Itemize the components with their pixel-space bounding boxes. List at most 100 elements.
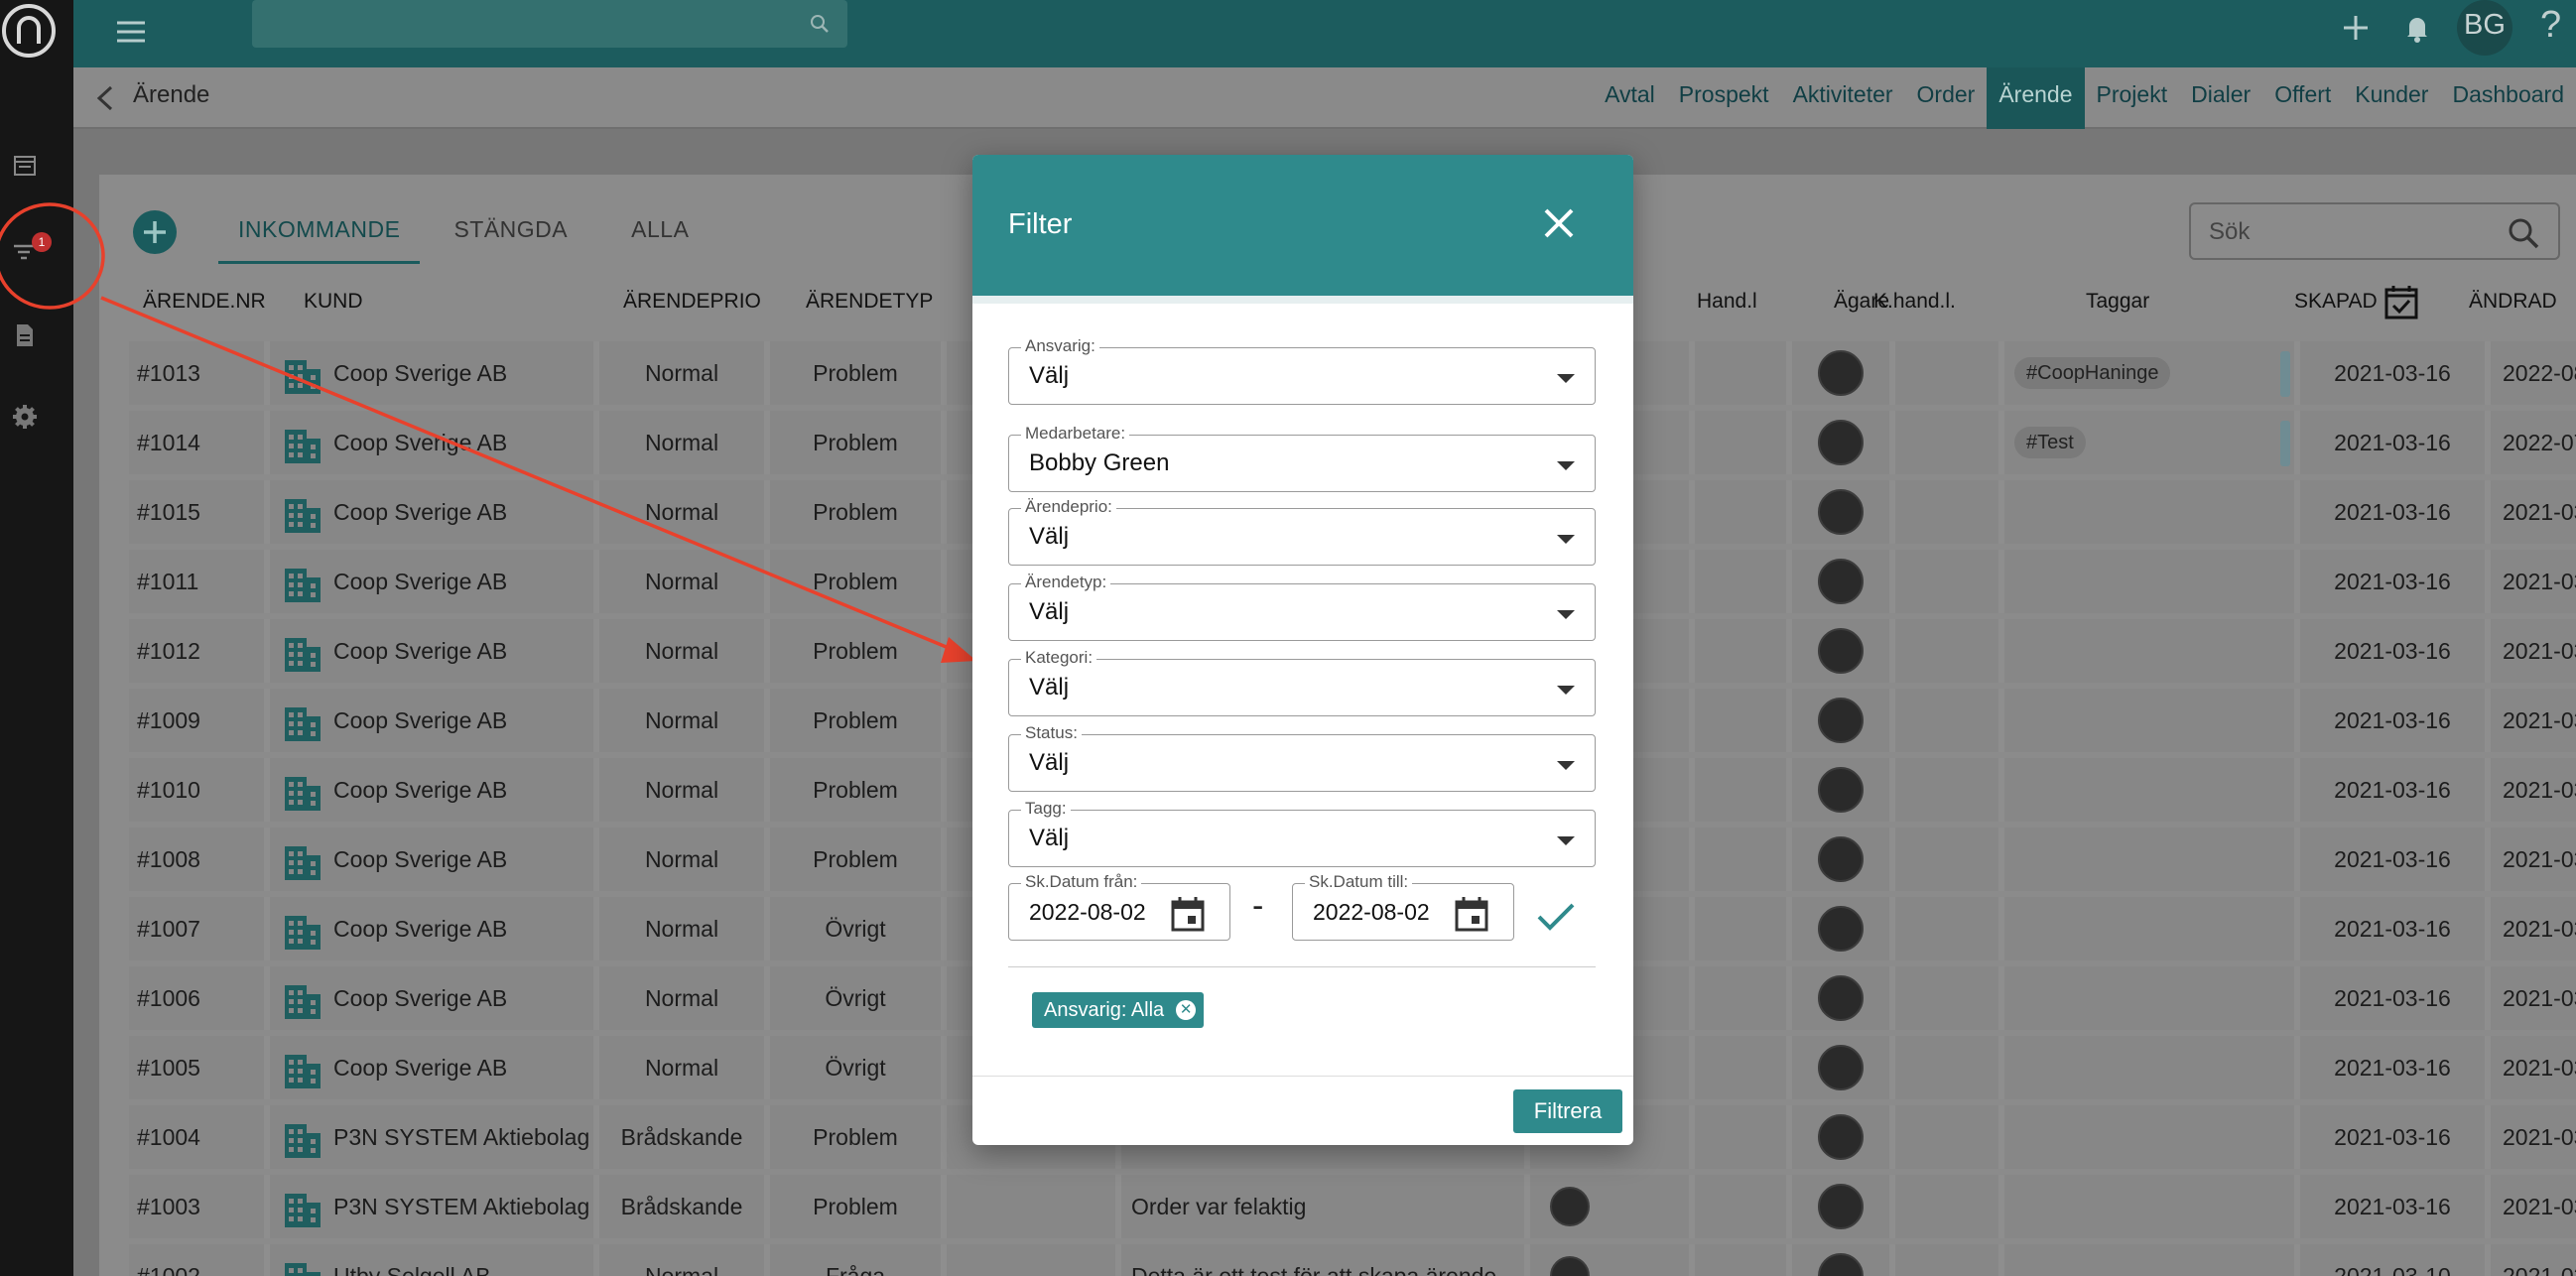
calendar-icon[interactable] (11, 151, 39, 179)
date-from-value[interactable]: 2022-08-02 (1029, 899, 1154, 926)
nav-tab-0[interactable]: Avtal (1593, 67, 1667, 129)
date-to-value[interactable]: 2022-08-02 (1313, 899, 1438, 926)
cell-skapad: 2021-03-10 (2300, 1244, 2485, 1276)
add-icon[interactable] (2336, 8, 2376, 48)
building-icon (284, 706, 322, 742)
building-icon (284, 1123, 322, 1159)
cell-andrad: 2021-03- (2491, 1175, 2576, 1238)
user-avatar[interactable]: BG (2457, 0, 2512, 56)
date-from-field[interactable]: Sk.Datum från: 2022-08-02 (1008, 872, 1230, 941)
apply-date-check-icon[interactable] (1534, 897, 1578, 937)
cell-taggar (2004, 689, 2294, 752)
search-icon[interactable] (2505, 214, 2542, 252)
table-row[interactable]: #1002 Utby Selgell AB Normal Fråga Detta är … (129, 1244, 2576, 1276)
global-search-input[interactable] (252, 0, 847, 48)
tab-alla[interactable]: ALLA (631, 216, 689, 264)
add-case-button[interactable] (133, 210, 177, 254)
calendar-check-icon[interactable] (2382, 282, 2421, 321)
col-header-andrad[interactable]: ÄNDRAD (2469, 290, 2557, 314)
filter-select-label: Ärendeprio: (1021, 497, 1116, 517)
filter-select-0[interactable]: Ansvarig: Välj (1008, 336, 1596, 405)
nav-tab-2[interactable]: Aktiviteter (1781, 67, 1905, 129)
col-header-nr[interactable]: ÄRENDE.NR (143, 290, 266, 314)
breadcrumb: Ärende (133, 81, 210, 108)
tab-inkommande[interactable]: INKOMMANDE (218, 216, 421, 264)
cell-nr: #1011 (129, 550, 264, 613)
cell-typ: Övrigt (770, 897, 941, 960)
cell-taggar (2004, 828, 2294, 891)
help-icon[interactable]: ? (2540, 4, 2561, 47)
cell-handl (1695, 897, 1786, 960)
cell-skapad: 2021-03-16 (2300, 828, 2485, 891)
filter-select-2[interactable]: Ärendeprio: Välj (1008, 497, 1596, 566)
col-header-typ[interactable]: ÄRENDETYP (806, 290, 933, 314)
calendar-icon[interactable] (1452, 894, 1491, 934)
cell-khandl (1895, 897, 1998, 960)
col-header-prio[interactable]: ÄRENDEPRIO (623, 290, 761, 314)
back-arrow-icon[interactable] (91, 81, 121, 115)
cell-typ: Problem (770, 1105, 941, 1169)
date-to-field[interactable]: Sk.Datum till: 2022-08-02 (1292, 872, 1514, 941)
header-stripe (972, 296, 1633, 304)
table-row[interactable]: #1003 P3N SYSTEM Aktiebolag Brådskande Prob… (129, 1175, 2576, 1238)
cell-prio: Normal (599, 689, 764, 752)
remove-chip-icon[interactable]: ✕ (1176, 1000, 1197, 1020)
building-icon (284, 637, 322, 673)
nav-tab-9[interactable]: Dashboard (2440, 67, 2576, 129)
filter-select-5[interactable]: Status: Välj (1008, 723, 1596, 792)
owner-avatar (1818, 698, 1864, 743)
cell-andrad: 2021-03- (2491, 897, 2576, 960)
app-logo-icon[interactable] (0, 0, 58, 58)
filter-select-4[interactable]: Kategori: Välj (1008, 648, 1596, 716)
notification-bell-icon[interactable] (2397, 8, 2437, 48)
cell-extra (947, 1175, 1115, 1238)
cell-prio: Normal (599, 1036, 764, 1099)
nav-tab-4[interactable]: Ärende (1987, 67, 2085, 129)
nav-tab-5[interactable]: Projekt (2085, 67, 2180, 129)
nav-tab-1[interactable]: Prospekt (1667, 67, 1781, 129)
filter-rail-button[interactable]: 1 (10, 232, 52, 272)
filter-divider (1008, 966, 1596, 967)
filter-badge: 1 (32, 232, 52, 252)
cell-khandl (1895, 550, 1998, 613)
tag-chip[interactable]: #Test (2014, 427, 2086, 458)
filter-select-value: Välj (1029, 825, 1070, 851)
case-status-tabs: INKOMMANDE STÄNGDA ALLA (218, 216, 722, 264)
owner-avatar (1818, 628, 1864, 674)
building-icon (284, 498, 322, 534)
cell-khandl (1895, 480, 1998, 544)
cell-prio: Normal (599, 758, 764, 822)
owner-avatar (1818, 836, 1864, 882)
gear-icon[interactable] (11, 403, 39, 431)
tag-chip[interactable]: #CoopHaninge (2014, 357, 2171, 389)
cell-nr: #1006 (129, 966, 264, 1030)
nav-tab-3[interactable]: Order (1905, 67, 1988, 129)
hamburger-menu-icon[interactable] (111, 12, 151, 52)
cell-taggar (2004, 1244, 2294, 1276)
building-icon (284, 359, 322, 395)
nav-tab-6[interactable]: Dialer (2179, 67, 2262, 129)
filtrera-button[interactable]: Filtrera (1513, 1089, 1622, 1133)
cell-khandl (1895, 1244, 1998, 1276)
col-header-kund[interactable]: KUND (304, 290, 363, 314)
tab-stangda[interactable]: STÄNGDA (453, 216, 568, 264)
cell-prio: Normal (599, 619, 764, 683)
cell-typ: Problem (770, 758, 941, 822)
calendar-icon[interactable] (1168, 894, 1208, 934)
cell-nr: #1002 (129, 1244, 264, 1276)
cell-description: Detta är ett test för att skapa ärende (1121, 1244, 1524, 1276)
close-icon[interactable] (1538, 202, 1580, 244)
nav-tab-8[interactable]: Kunder (2343, 67, 2440, 129)
document-icon[interactable] (11, 321, 39, 349)
col-header-skapad[interactable]: SKAPAD (2294, 290, 2378, 314)
building-icon (284, 1262, 322, 1276)
case-search-input[interactable]: Sök (2189, 202, 2560, 260)
col-header-khandl[interactable]: K.hand.l. (1873, 290, 1956, 314)
cell-typ: Problem (770, 689, 941, 752)
nav-tab-7[interactable]: Offert (2262, 67, 2343, 129)
filter-select-6[interactable]: Tagg: Välj (1008, 799, 1596, 867)
filter-select-1[interactable]: Medarbetare: Bobby Green (1008, 424, 1596, 492)
col-header-taggar[interactable]: Taggar (2086, 290, 2149, 314)
col-header-handl[interactable]: Hand.l (1697, 290, 1757, 314)
filter-select-3[interactable]: Ärendetyp: Välj (1008, 573, 1596, 641)
